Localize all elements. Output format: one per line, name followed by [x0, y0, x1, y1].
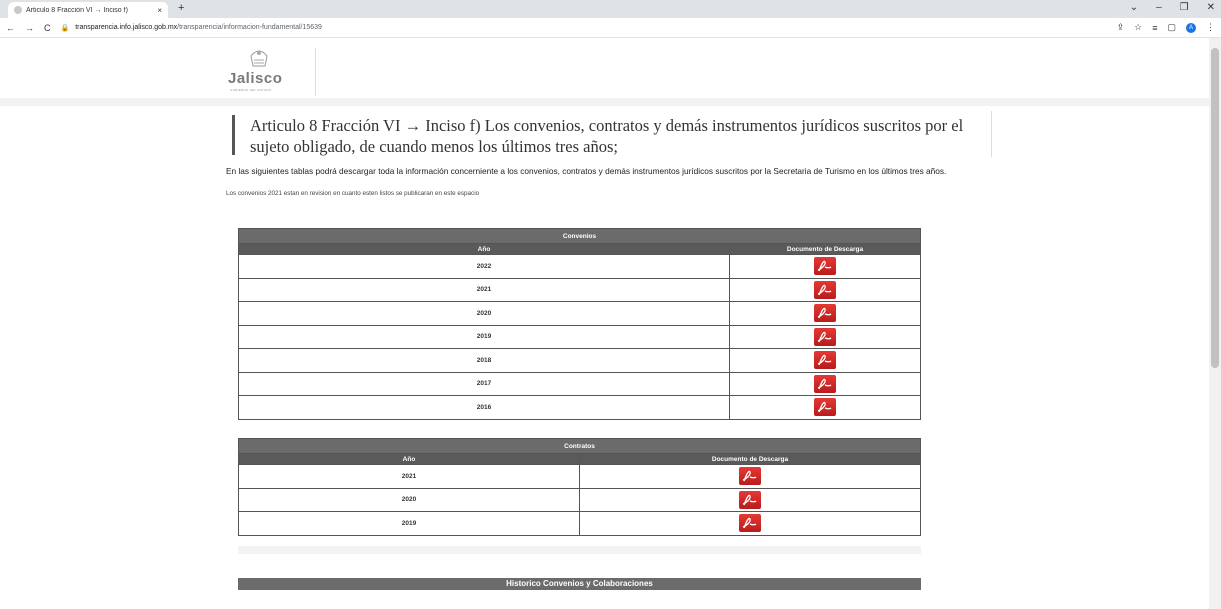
- pdf-download-icon[interactable]: [814, 257, 836, 276]
- site-header: Jalisco GOBIERNO DEL ESTADO: [0, 38, 1221, 106]
- year-cell: 2022: [238, 254, 730, 279]
- table-row: 2020: [238, 487, 921, 512]
- table-row: 2021: [238, 277, 921, 302]
- download-cell: [729, 395, 921, 420]
- bookmark-star-icon[interactable]: ☆: [1134, 22, 1142, 33]
- download-cell: [729, 301, 921, 326]
- window-controls: ⌄ – ❐ ✕: [1130, 2, 1215, 13]
- table-row: 2022: [238, 254, 921, 279]
- pdf-download-icon[interactable]: [739, 467, 761, 486]
- page-content: Jalisco GOBIERNO DEL ESTADO Articulo 8 F…: [0, 38, 1221, 609]
- browser-tab[interactable]: Articulo 8 Fracción VI → Inciso f) ×: [8, 2, 168, 18]
- url-host: transparencia.info.jalisco.gob.mx: [75, 24, 178, 31]
- scrollbar-thumb[interactable]: [1211, 48, 1219, 368]
- forward-icon[interactable]: →: [25, 23, 34, 33]
- pdf-download-icon[interactable]: [814, 304, 836, 323]
- year-cell: 2021: [238, 464, 580, 489]
- menu-icon[interactable]: ⋮: [1206, 22, 1215, 33]
- pdf-download-icon[interactable]: [814, 374, 836, 393]
- url-path: /transparencia/informacion-fundamental/1…: [177, 24, 322, 31]
- lock-icon: 🔒: [60, 24, 70, 32]
- year-cell: 2016: [238, 395, 730, 420]
- pdf-download-icon[interactable]: [739, 490, 761, 509]
- download-cell: [729, 324, 921, 349]
- table-footer-band: [238, 546, 921, 554]
- side-panel-icon[interactable]: ▢: [1167, 22, 1176, 33]
- download-cell: [579, 487, 921, 512]
- header-band: [0, 98, 1209, 106]
- year-cell: 2017: [238, 371, 730, 396]
- close-window-icon[interactable]: ✕: [1207, 2, 1215, 13]
- pdf-download-icon[interactable]: [739, 514, 761, 533]
- pdf-download-icon[interactable]: [814, 280, 836, 299]
- back-icon[interactable]: ←: [6, 23, 15, 33]
- year-cell: 2020: [238, 487, 580, 512]
- browser-toolbar: ← → C 🔒 transparencia.info.jalisco.gob.m…: [0, 18, 1221, 38]
- heading-accent-bar: [232, 115, 235, 155]
- page-title: Articulo 8 Fracción VI → Inciso f) Los c…: [250, 116, 964, 156]
- pdf-download-icon[interactable]: [814, 398, 836, 417]
- table-row: 2021: [238, 464, 921, 489]
- download-cell: [729, 348, 921, 373]
- col-year-header: Año: [238, 243, 730, 255]
- reading-list-icon[interactable]: ≡: [1152, 23, 1157, 33]
- logo-subtitle: GOBIERNO DEL ESTADO: [230, 88, 272, 92]
- tab-search-icon[interactable]: ⌄: [1130, 2, 1138, 13]
- download-cell: [729, 277, 921, 302]
- table-row: 2018: [238, 348, 921, 373]
- download-cell: [729, 371, 921, 396]
- table-row: 2017: [238, 371, 921, 396]
- convenios-caption: Convenios: [238, 228, 921, 244]
- restore-icon[interactable]: ❐: [1180, 2, 1189, 13]
- convenios-table: Convenios Año Documento de Descarga 2022…: [238, 228, 921, 420]
- favicon-icon: [14, 6, 22, 14]
- tab-title: Articulo 8 Fracción VI → Inciso f): [26, 6, 128, 14]
- contratos-table: Contratos Año Documento de Descarga 2021…: [238, 438, 921, 536]
- tab-close-icon[interactable]: ×: [157, 6, 162, 15]
- profile-avatar[interactable]: A: [1186, 22, 1196, 33]
- year-cell: 2020: [238, 301, 730, 326]
- minimize-icon[interactable]: –: [1156, 2, 1162, 13]
- address-bar[interactable]: 🔒 transparencia.info.jalisco.gob.mx/tran…: [61, 20, 1107, 35]
- historico-caption: Historico Convenios y Colaboraciones: [238, 578, 921, 590]
- table-row: 2016: [238, 395, 921, 420]
- download-cell: [579, 464, 921, 489]
- col-year-header: Año: [238, 453, 580, 465]
- download-cell: [579, 511, 921, 536]
- share-icon[interactable]: ⇪: [1117, 22, 1125, 33]
- download-cell: [729, 254, 921, 279]
- reload-icon[interactable]: C: [44, 23, 51, 33]
- note-text: Los convenios 2021 estan en revision en …: [226, 190, 480, 197]
- table-row: 2020: [238, 301, 921, 326]
- pdf-download-icon[interactable]: [814, 351, 836, 370]
- pdf-download-icon[interactable]: [814, 327, 836, 346]
- logo-wordmark: Jalisco: [228, 70, 283, 87]
- year-cell: 2018: [238, 348, 730, 373]
- col-doc-header: Documento de Descarga: [579, 453, 921, 465]
- year-cell: 2021: [238, 277, 730, 302]
- crest-icon: [250, 50, 268, 67]
- new-tab-button[interactable]: +: [178, 2, 184, 14]
- jalisco-logo[interactable]: Jalisco GOBIERNO DEL ESTADO: [226, 48, 316, 96]
- page-scrollbar[interactable]: [1209, 38, 1221, 609]
- col-doc-header: Documento de Descarga: [729, 243, 921, 255]
- page-heading-block: Articulo 8 Fracción VI → Inciso f) Los c…: [232, 111, 992, 157]
- tab-strip: Articulo 8 Fracción VI → Inciso f) × + ⌄…: [0, 0, 1221, 18]
- year-cell: 2019: [238, 324, 730, 349]
- intro-text: En las siguientes tablas podrá descargar…: [226, 166, 947, 176]
- contratos-caption: Contratos: [238, 438, 921, 454]
- year-cell: 2019: [238, 511, 580, 536]
- table-row: 2019: [238, 511, 921, 536]
- table-row: 2019: [238, 324, 921, 349]
- toolbar-actions: ⇪ ☆ ≡ ▢ A ⋮: [1117, 22, 1215, 33]
